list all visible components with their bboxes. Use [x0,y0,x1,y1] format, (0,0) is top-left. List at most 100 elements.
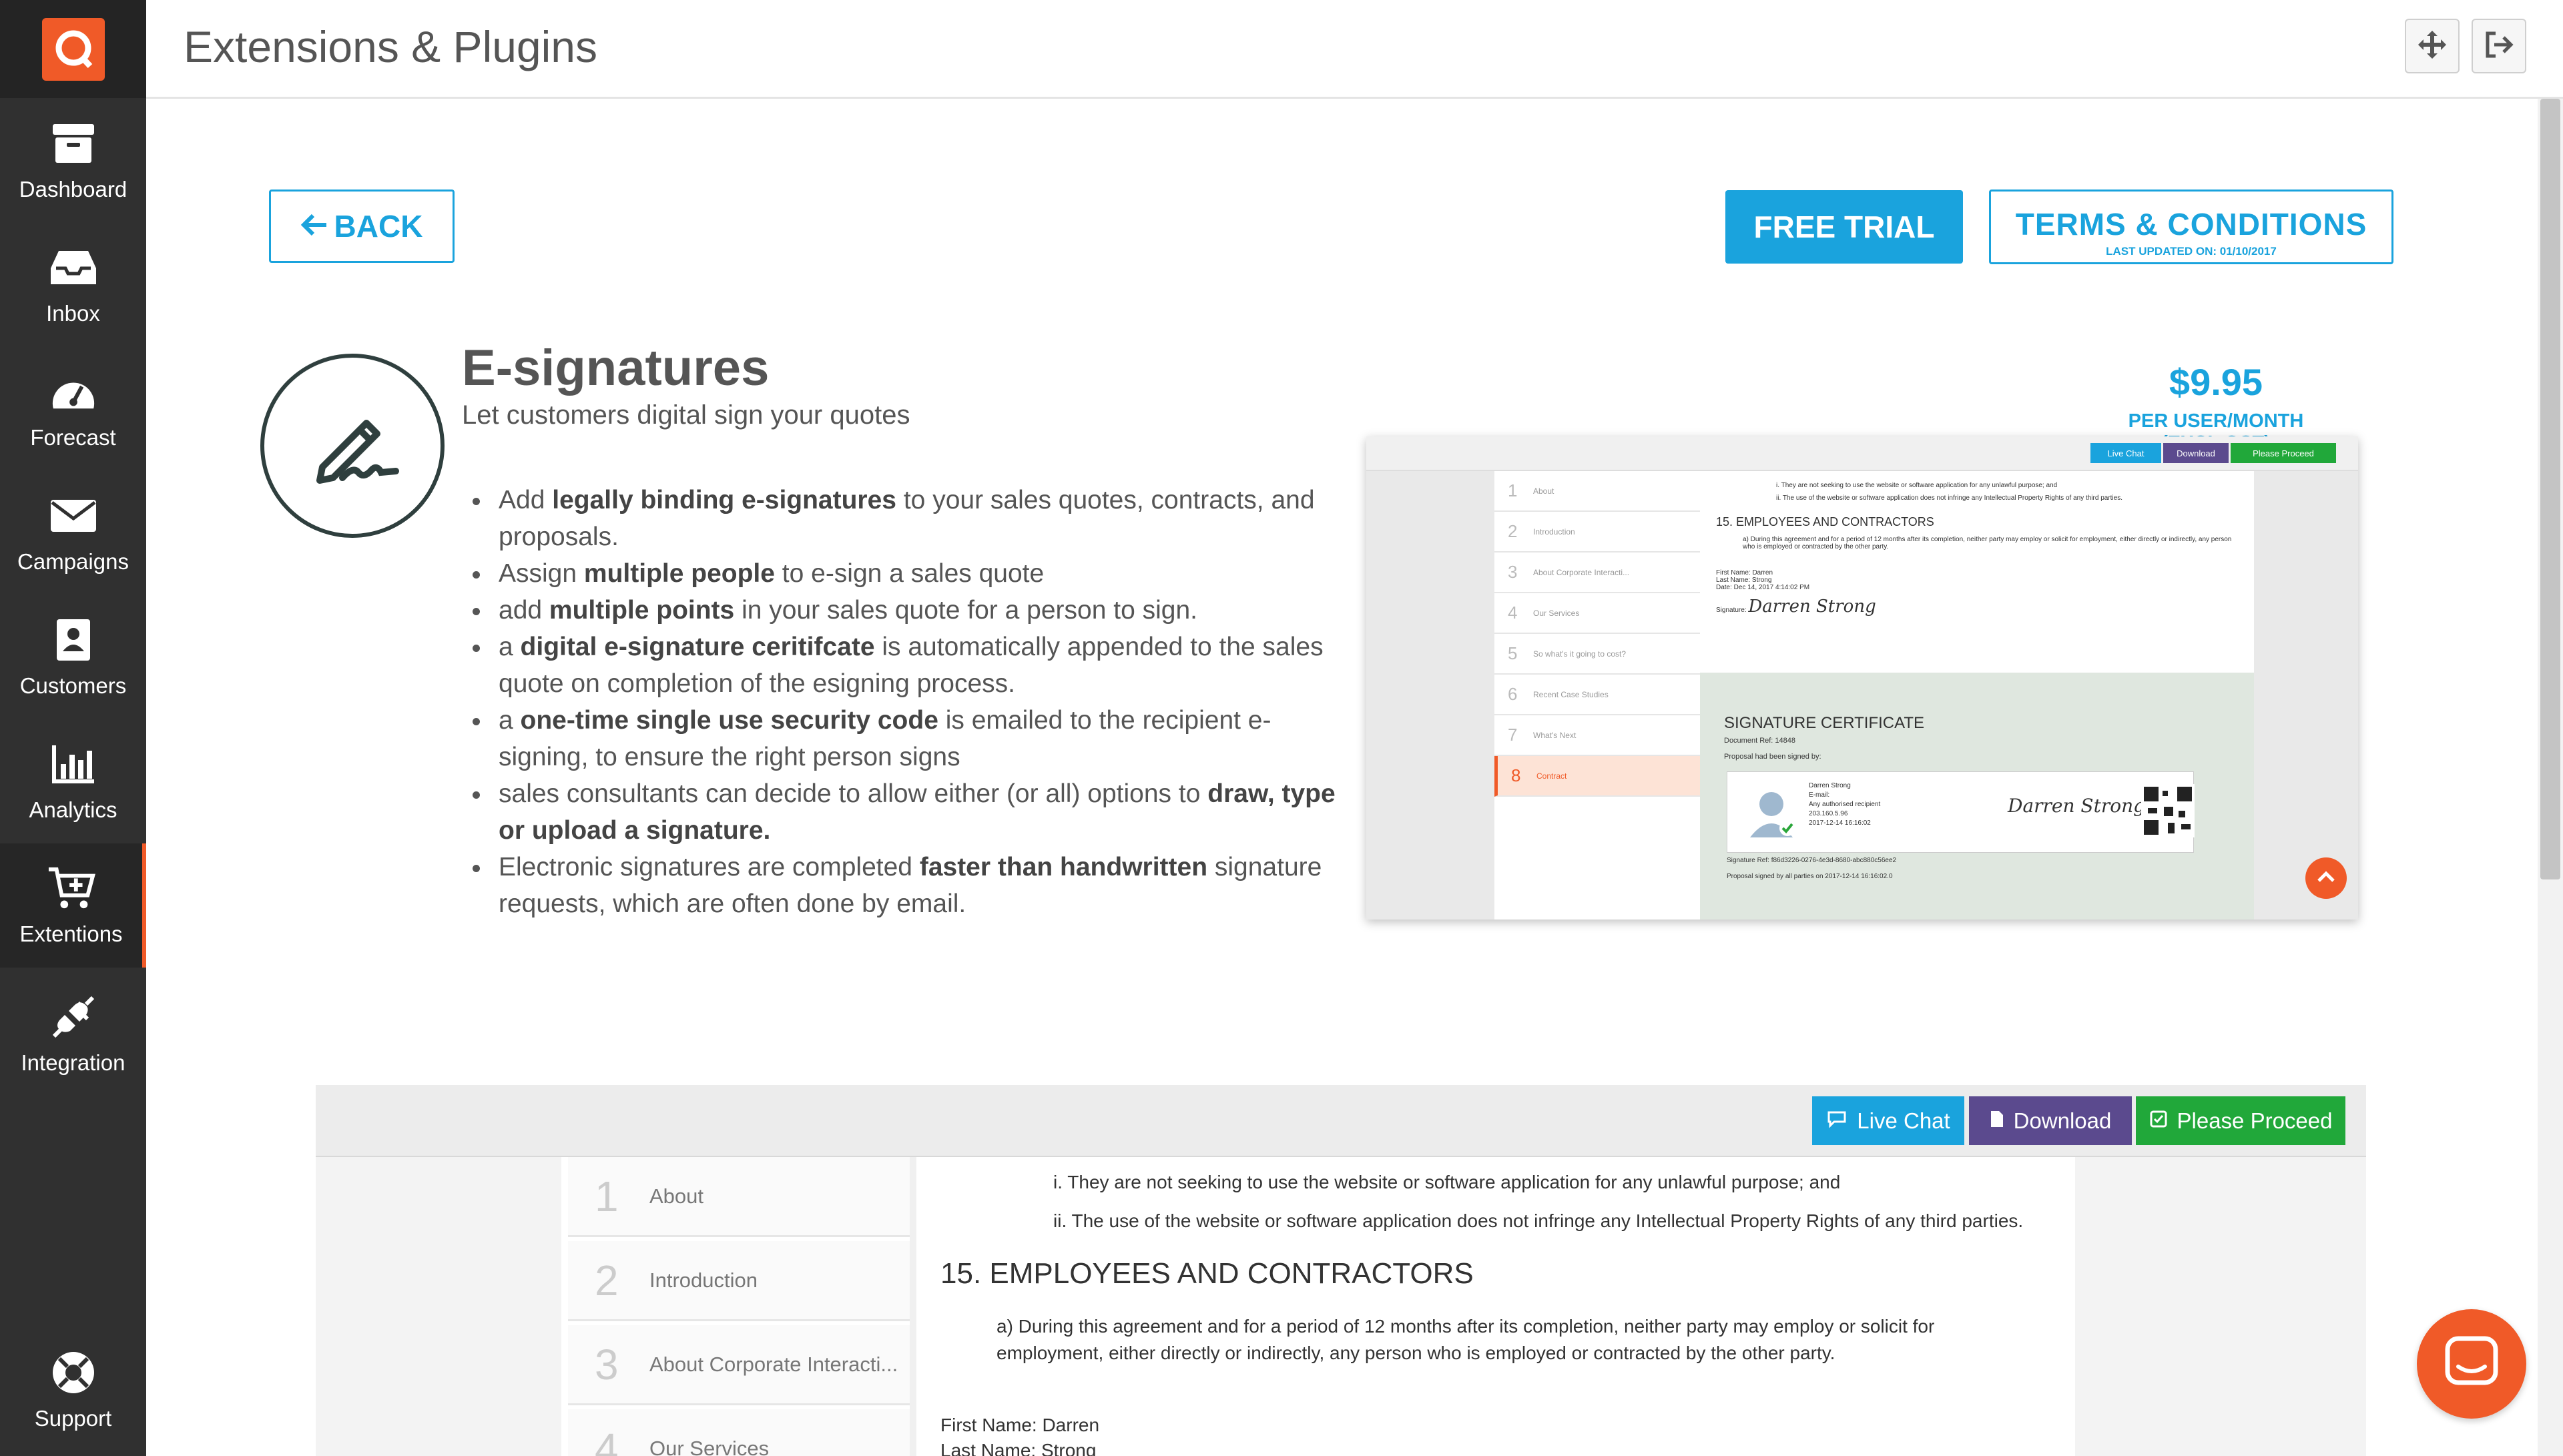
thumb-toolbar: Live Chat Download Please Proceed [1366,436,2358,471]
thumb-signature: Darren Strong [1748,597,1876,617]
user-avatar-icon [1745,785,1798,841]
thumb-cert-doc-ref: Document Ref: 14848 [1724,737,1796,745]
download-label: Download [2013,1108,2112,1133]
move-arrows-icon [2417,29,2448,63]
app: Dashboard Inbox Forecast Campaigns Custo… [0,0,2563,1456]
nav-integration[interactable]: Integration [0,968,146,1101]
nav-support-label: Support [34,1406,112,1431]
logo-q-icon [41,17,105,81]
price-amount: $9.95 [2169,361,2263,403]
section-item-about-corporate[interactable]: 3 About Corporate Interacti... [568,1325,910,1405]
thumb-heading: 15. EMPLOYEES AND CONTRACTORS [1716,515,1934,528]
product-subtitle: Let customers digital sign your quotes [462,400,910,430]
screenshot-large: Live Chat Download Please Proceed 1 About… [316,1085,2366,1456]
nav-campaigns[interactable]: Campaigns [0,471,146,595]
feature-list: Add legally binding e-signatures to your… [467,482,1348,922]
chevron-up-icon [2316,870,2336,887]
doc-clause-i: i. They are not seeking to use the websi… [1053,1172,1841,1192]
thumb-signature-label: Signature: [1716,607,1747,614]
nav-extentions-label: Extentions [19,922,123,946]
section-item-our-services[interactable]: 4 Our Services [568,1409,910,1456]
section-item-about[interactable]: 1 About [568,1157,910,1237]
thumb-clause-ii: ii. The use of the website or software a… [1776,494,2122,502]
esignature-product-icon [260,354,445,538]
plug-icon [49,993,97,1041]
cart-plus-icon [47,864,95,912]
thumb-first-name: First Name: Darren [1716,569,1773,577]
large-section-list: 1 About 2 Introduction 3 About Corporate In… [561,1157,910,1456]
archive-icon [49,119,97,167]
thumb-section-active: 8 Contract [1494,756,1700,797]
feature-item: add multiple points in your sales quote … [467,592,1348,629]
large-document: i. They are not seeking to use the websi… [916,1157,2075,1456]
free-trial-label: FREE TRIAL [1753,210,1935,244]
download-button[interactable]: Download [1969,1096,2132,1145]
doc-clause-a: a) During this agreement and for a perio… [996,1316,1935,1363]
logout-button[interactable] [2472,19,2526,73]
nav-dashboard[interactable]: Dashboard [0,99,146,223]
thumb-section: 2 Introduction [1494,512,1700,553]
section-item-introduction[interactable]: 2 Introduction [568,1241,910,1321]
nav-customers-label: Customers [19,673,127,698]
nav-extentions[interactable]: Extentions [0,843,146,968]
thumb-section: 3 About Corporate Interacti... [1494,553,1700,593]
thumb-live-chat-button: Live Chat [2090,443,2161,463]
thumb-cert-signature: Darren Strong [2008,795,2146,817]
top-header: Extensions & Plugins [146,0,2563,99]
thumb-clause-a: a) During this agreement and for a perio… [1743,536,2232,551]
bar-chart-icon [49,740,97,788]
free-trial-button[interactable]: FREE TRIAL [1725,190,1963,264]
chat-widget-button[interactable] [2417,1309,2526,1419]
product-title: E-signatures [462,340,770,396]
contact-card-icon [49,616,97,664]
doc-heading: 15. EMPLOYEES AND CONTRACTORS [940,1257,1474,1290]
terms-conditions-button[interactable]: TERMS & CONDITIONS LAST UPDATED ON: 01/1… [1989,190,2393,264]
nav-support[interactable]: Support [0,1328,146,1452]
feature-item: Assign multiple people to e-sign a sales… [467,555,1348,592]
feature-item: Electronic signatures are completed fast… [467,849,1348,922]
large-toolbar: Live Chat Download Please Proceed [316,1085,2366,1157]
page-scrollbar-thumb[interactable] [2540,99,2560,879]
please-proceed-label: Please Proceed [2177,1108,2333,1133]
screenshot-thumbnail[interactable]: Live Chat Download Please Proceed 1 About… [1366,436,2358,920]
nav-inbox[interactable]: Inbox [0,223,146,347]
thumb-clause-i: i. They are not seeking to use the websi… [1776,482,2058,489]
arrow-left-icon [300,208,328,244]
large-left-gutter [316,1157,561,1456]
thumb-date: Date: Dec 14, 2017 4:14:02 PM [1716,584,1810,591]
feature-item: Add legally binding e-signatures to your… [467,482,1348,555]
nav-customers[interactable]: Customers [0,595,146,719]
nav-forecast-label: Forecast [30,425,116,450]
lifebuoy-icon [49,1349,97,1397]
please-proceed-button[interactable]: Please Proceed [2136,1096,2345,1145]
back-button[interactable]: BACK [269,190,455,263]
live-chat-button[interactable]: Live Chat [1812,1096,1964,1145]
thumb-download-button: Download [2163,443,2229,463]
thumb-last-name: Last Name: Strong [1716,577,1772,584]
thumb-cert-title: SIGNATURE CERTIFICATE [1724,714,1925,732]
check-square-icon [2149,1108,2168,1134]
thumb-proceed-button: Please Proceed [2231,443,2336,463]
thumb-cert-sig-ref: Signature Ref: f86d3226-0276-4e3d-8680-a… [1727,857,1897,864]
app-logo[interactable] [0,0,146,98]
thumb-scroll-top-button [2305,857,2347,899]
nav-analytics[interactable]: Analytics [0,719,146,843]
chat-bubble-icon [1826,1108,1847,1134]
chat-icon [2444,1335,2500,1394]
thumb-cert-signer-box: Darren Strong E-mail: Any authorised rec… [1727,771,2195,853]
move-button[interactable] [2405,19,2460,73]
thumb-cert-signed-by: Proposal had been signed by: [1724,753,1821,761]
nav-dashboard-label: Dashboard [19,177,127,202]
document-icon [1990,1108,2004,1134]
nav-integration-label: Integration [21,1050,125,1075]
gauge-icon [49,368,97,416]
nav-forecast[interactable]: Forecast [0,347,146,471]
page-title: Extensions & Plugins [184,22,598,71]
feature-item: sales consultants can decide to allow ei… [467,775,1348,849]
thumb-cert-footer: Proposal signed by all parties on 2017-1… [1727,873,1893,880]
nav-campaigns-label: Campaigns [17,549,129,574]
live-chat-label: Live Chat [1857,1108,1950,1133]
back-button-label: BACK [334,209,423,244]
thumb-section: 4 Our Services [1494,593,1700,634]
nav-analytics-label: Analytics [29,797,117,822]
